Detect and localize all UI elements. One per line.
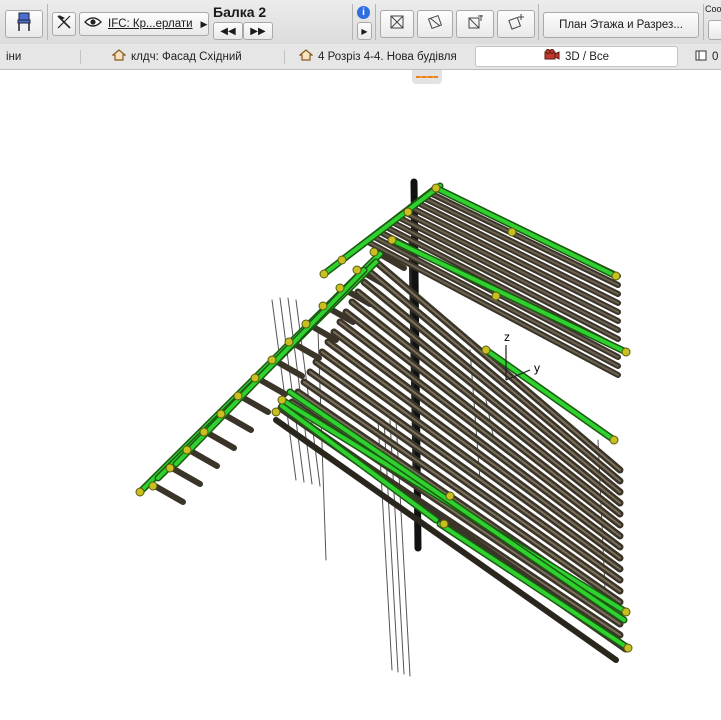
rafter-short [169, 465, 203, 487]
selection-node [271, 407, 281, 417]
tab-walls[interactable]: іни [0, 46, 60, 67]
selection-node [387, 235, 397, 245]
camera-icon [544, 49, 560, 64]
toolbar-separator [375, 4, 376, 40]
info-button[interactable]: i [357, 6, 370, 19]
selection-node [623, 643, 633, 653]
chair-tool-button[interactable] [5, 10, 43, 38]
selection-node [491, 291, 501, 301]
tab-separator [284, 50, 285, 64]
selection-node [267, 355, 277, 365]
tab-label: 4 Розріз 4-4. Нова будівля [318, 50, 457, 63]
layer-filter-dropdown[interactable]: IFC: Кр...ерлати ▶ [79, 12, 209, 36]
pointer-cross-icon [56, 14, 72, 35]
selection-node [301, 319, 311, 329]
view-tool-button-3[interactable] [456, 10, 494, 38]
selection-node [233, 391, 243, 401]
selection-node [182, 445, 192, 455]
coordinates-label: Coo [705, 4, 721, 14]
toolbar-separator [538, 4, 539, 40]
layer-filter-label: IFC: Кр...ерлати [108, 18, 193, 30]
tab-label: іни [6, 50, 22, 63]
element-title: Балка 2 [213, 4, 267, 20]
panel-icon [695, 50, 707, 64]
triangle-right-icon: ▶ [361, 26, 368, 36]
info-icon: i [362, 7, 365, 18]
house-icon [298, 49, 314, 64]
triangle-right-icon: ▶ [200, 18, 208, 29]
expand-button[interactable]: ▶ [357, 22, 372, 40]
eye-icon [84, 15, 102, 33]
view-tool-button-4[interactable] [497, 10, 535, 38]
toolbar: IFC: Кр...ерлати ▶ Балка 2 ◀◀ ▶▶ i ▶ Пла… [0, 0, 721, 45]
selection-node [250, 373, 260, 383]
tab-3d-all[interactable]: 3D / Все [475, 46, 678, 67]
rafter-short [203, 429, 237, 451]
rafter-short [220, 411, 254, 433]
house-icon [111, 49, 127, 64]
selection-node [135, 487, 145, 497]
selection-node [165, 463, 175, 473]
selection-node [352, 265, 362, 275]
rewind-icon: ◀◀ [220, 25, 236, 37]
chair-icon [15, 12, 33, 37]
selection-node [277, 395, 287, 405]
fast-forward-icon: ▶▶ [250, 25, 266, 37]
selection-node [318, 301, 328, 311]
selection-node [507, 227, 517, 237]
next-element-button[interactable]: ▶▶ [243, 22, 273, 40]
selection-node [199, 427, 209, 437]
rotated-box-plus-icon [507, 13, 525, 36]
view-tool-button-1[interactable] [380, 10, 414, 38]
rafter-short [186, 447, 220, 469]
tab-east-facade[interactable]: клдч: Фасад Східний [106, 46, 276, 67]
selection-node [148, 481, 158, 491]
panel-resize-handle[interactable] [412, 70, 442, 84]
tab-label: клдч: Фасад Східний [131, 50, 242, 63]
selection-node [403, 207, 413, 217]
selection-node [337, 255, 347, 265]
selection-node [611, 271, 621, 281]
selection-node [319, 269, 329, 279]
previous-element-button[interactable]: ◀◀ [213, 22, 243, 40]
y-axis-label: y [534, 361, 540, 375]
floor-plan-section-label: План Этажа и Разрез... [559, 19, 683, 31]
rotated-box-icon [426, 13, 444, 36]
tab-layout[interactable]: 0 [692, 46, 721, 67]
tab-section-4-4[interactable]: 4 Розріз 4-4. Нова будівля [293, 46, 471, 67]
view-tool-button-2[interactable] [417, 10, 453, 38]
selection-node [481, 345, 491, 355]
tab-separator [80, 50, 81, 64]
tab-label: 0 [712, 50, 719, 63]
selection-node [445, 491, 455, 501]
tab-label: 3D / Все [564, 50, 610, 63]
selection-node [335, 283, 345, 293]
floor-plan-section-button[interactable]: План Этажа и Разрез... [543, 12, 699, 38]
box-dimension-icon [466, 13, 484, 36]
selection-node [431, 183, 441, 193]
toolbar-separator [352, 4, 353, 40]
z-axis-label: z [504, 330, 510, 344]
selection-node [621, 607, 631, 617]
selection-node [216, 409, 226, 419]
toolbar-separator [47, 4, 48, 40]
3d-viewport[interactable]: z y [0, 86, 721, 720]
coordinates-field[interactable] [708, 20, 721, 40]
dashed-line-icon [416, 76, 438, 78]
tab-bar: іни клдч: Фасад Східний 4 Розріз 4-4. Но… [0, 44, 721, 70]
selection-node [609, 435, 619, 445]
toolbar-separator [703, 4, 704, 40]
select-tool-button[interactable] [52, 12, 76, 36]
rafter-short [152, 483, 186, 505]
selection-node [439, 519, 449, 529]
selection-node [621, 347, 631, 357]
selection-node [369, 247, 379, 257]
box-cross-icon [389, 14, 405, 35]
selection-node [284, 337, 294, 347]
